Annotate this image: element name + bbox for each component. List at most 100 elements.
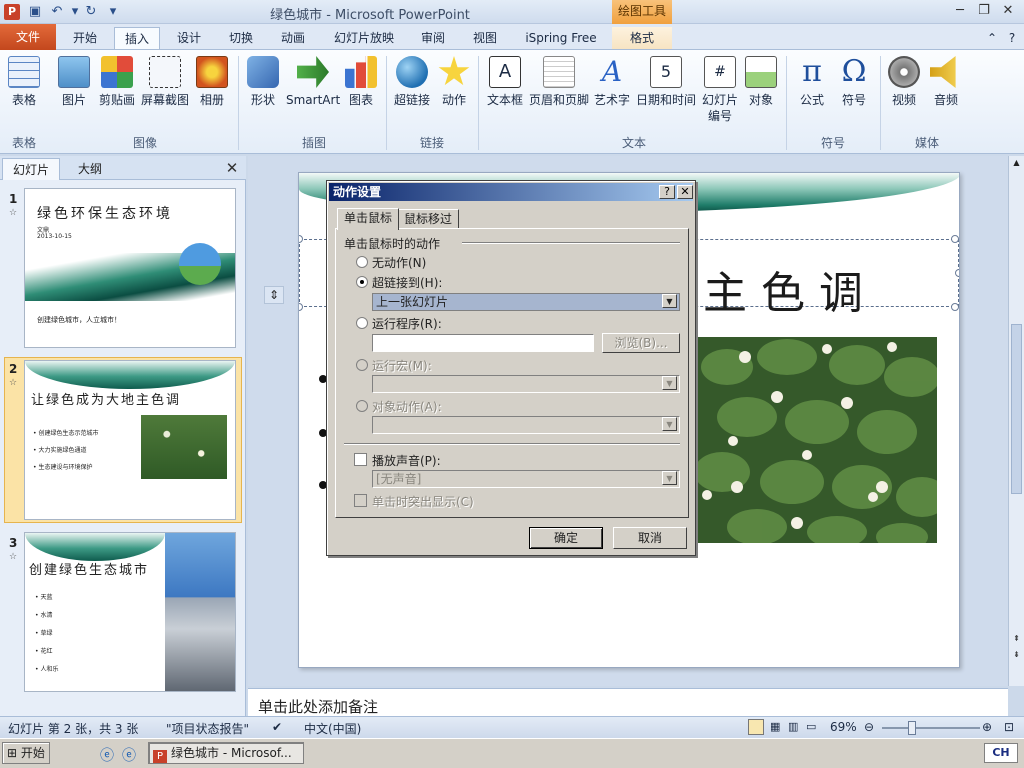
next-slide-icon[interactable]: ⇟ <box>1011 650 1022 662</box>
slide-number: 3 <box>9 536 18 550</box>
close-window-button[interactable]: ✕ <box>998 2 1018 20</box>
tab-file[interactable]: 文件 <box>0 24 56 50</box>
play-sound-checkbox[interactable] <box>354 453 367 466</box>
resize-handle[interactable] <box>299 303 303 311</box>
hyperlink-dropdown-arrow-icon[interactable]: ▼ <box>662 294 677 308</box>
program-path-input[interactable] <box>372 334 594 352</box>
minimize-ribbon-icon[interactable]: ⌃ <box>984 27 1000 49</box>
theme-name-status[interactable]: "项目状态报告" <box>166 720 249 737</box>
tab-insert[interactable]: 插入 <box>114 27 160 49</box>
input-method-indicator[interactable]: CH <box>984 743 1018 763</box>
screenshot-icon <box>149 56 181 88</box>
resize-handle[interactable] <box>951 303 959 311</box>
clipart-button[interactable]: 剪贴画 <box>98 56 136 108</box>
ie-quicklaunch-icon[interactable]: ⓔ <box>100 745 114 765</box>
picture-button[interactable]: 图片 <box>58 56 90 108</box>
tab-design[interactable]: 设计 <box>166 27 212 49</box>
taskbar-powerpoint-item[interactable]: P 绿色城市 - Microsof... <box>148 742 304 764</box>
resize-handle[interactable] <box>955 269 959 277</box>
slide-thumbnail-2[interactable]: 让绿色成为大地主色调 • 创建绿色生态示范城市 • 大力实施绿色通道 • 生态建… <box>24 360 236 520</box>
sound-dropdown-arrow-icon[interactable]: ▼ <box>662 471 677 485</box>
tab-slides[interactable]: 幻灯片 <box>2 158 60 180</box>
object-action-select[interactable] <box>372 416 680 434</box>
dialog-close-button[interactable]: ✕ <box>677 185 693 199</box>
zoom-slider-thumb[interactable] <box>908 721 916 735</box>
hyperlink-select[interactable]: 上一张幻灯片 <box>372 293 680 311</box>
normal-view-icon[interactable] <box>748 719 764 735</box>
macro-select[interactable] <box>372 375 680 393</box>
ok-button[interactable]: 确定 <box>529 527 603 549</box>
textbox-button[interactable]: A 文本框 <box>484 56 526 108</box>
highlight-click-checkbox[interactable] <box>354 494 367 507</box>
object-action-dropdown-arrow-icon[interactable]: ▼ <box>662 417 677 431</box>
tab-ispring[interactable]: iSpring Free <box>516 27 606 49</box>
smartart-button[interactable]: SmartArt <box>286 56 340 108</box>
table-button[interactable]: 表格 <box>6 56 42 108</box>
symbol-button[interactable]: Ω 符号 <box>836 56 872 108</box>
slide-number-button[interactable]: # 幻灯片 编号 <box>698 56 742 124</box>
restore-button[interactable]: ❐ <box>974 2 994 20</box>
photo-album-button[interactable]: 相册 <box>196 56 228 108</box>
hyperlink-button[interactable]: 超链接 <box>392 56 432 108</box>
radio-object-action[interactable] <box>356 400 368 412</box>
fit-to-window-icon[interactable]: ⊡ <box>1004 720 1014 734</box>
group-label-symbols: 符号 <box>820 136 845 150</box>
tab-animations[interactable]: 动画 <box>270 27 316 49</box>
notes-pane[interactable]: 单击此处添加备注 <box>248 688 1008 716</box>
tab-outline[interactable]: 大纲 <box>62 158 118 180</box>
radio-run-program[interactable] <box>356 317 368 329</box>
tab-mouse-click[interactable]: 单击鼠标 <box>337 208 400 230</box>
video-button[interactable]: 视频 <box>886 56 922 108</box>
tab-mouse-over[interactable]: 鼠标移过 <box>397 209 460 229</box>
tab-view[interactable]: 视图 <box>462 27 508 49</box>
shapes-button[interactable]: 形状 <box>246 56 280 108</box>
slide-thumbnail-3[interactable]: 创建绿色生态城市 • 天蓝 • 水清 • 草绿 • 花红 • 人和乐 <box>24 532 236 692</box>
zoom-out-icon[interactable]: ⊖ <box>864 720 874 734</box>
pane-splitter-handle[interactable]: ⇕ <box>264 286 284 304</box>
lotus-pond-image[interactable] <box>694 337 948 551</box>
action-button[interactable]: 动作 <box>438 56 470 108</box>
tab-review[interactable]: 审阅 <box>410 27 456 49</box>
wordart-button[interactable]: A 艺术字 <box>592 56 632 108</box>
close-pane-icon[interactable]: ✕ <box>224 159 240 177</box>
photo-album-icon <box>196 56 228 88</box>
scroll-up-arrow-icon[interactable]: ▲ <box>1011 158 1022 170</box>
header-footer-button[interactable]: 页眉和页脚 <box>528 56 590 108</box>
sound-select[interactable]: [无声音] <box>372 470 680 488</box>
object-button[interactable]: 对象 <box>744 56 778 108</box>
cancel-button[interactable]: 取消 <box>613 527 687 549</box>
spellcheck-icon[interactable]: ✔ <box>272 720 282 734</box>
date-time-button[interactable]: 5 日期和时间 <box>636 56 696 108</box>
tab-home[interactable]: 开始 <box>62 27 108 49</box>
tab-transitions[interactable]: 切换 <box>218 27 264 49</box>
slide-thumbnail-1[interactable]: 绿色环保生态环境 文鼎 2013-10-15 创建绿色城市，人立城市！ <box>24 188 236 348</box>
screenshot-button[interactable]: 屏幕截图 <box>140 56 190 108</box>
prev-slide-icon[interactable]: ⇞ <box>1011 634 1022 646</box>
language-status[interactable]: 中文(中国) <box>304 720 361 737</box>
dialog-help-button[interactable]: ? <box>659 185 675 199</box>
browse-button[interactable]: 浏览(B)... <box>602 333 680 353</box>
browser-quicklaunch-icon[interactable]: ⓔ <box>122 745 136 765</box>
tab-slideshow[interactable]: 幻灯片放映 <box>326 27 402 49</box>
tab-format[interactable]: 格式 <box>612 27 672 49</box>
macro-dropdown-arrow-icon[interactable]: ▼ <box>662 376 677 390</box>
equation-button[interactable]: π 公式 <box>794 56 830 108</box>
zoom-slider-track[interactable] <box>882 727 980 729</box>
resize-handle[interactable] <box>951 235 959 243</box>
radio-hyperlink[interactable] <box>356 276 368 288</box>
slide-sorter-icon[interactable]: ▦ <box>770 720 780 733</box>
radio-no-action[interactable] <box>356 256 368 268</box>
help-icon[interactable]: ? <box>1004 27 1020 49</box>
vertical-scrollbar[interactable]: ▲ ⇞ ⇟ <box>1008 156 1024 686</box>
minimize-button[interactable]: ─ <box>950 2 970 20</box>
audio-button[interactable]: 音频 <box>928 56 964 108</box>
radio-run-macro[interactable] <box>356 359 368 371</box>
zoom-in-icon[interactable]: ⊕ <box>982 720 992 734</box>
chart-button[interactable]: 图表 <box>344 56 378 108</box>
star-cursor-icon <box>438 56 470 86</box>
zoom-level[interactable]: 69% <box>830 720 857 734</box>
slideshow-view-icon[interactable]: ▭ <box>806 720 816 733</box>
scrollbar-thumb[interactable] <box>1011 324 1022 494</box>
reading-view-icon[interactable]: ▥ <box>788 720 798 733</box>
start-button[interactable]: ⊞ 开始 <box>2 742 50 764</box>
